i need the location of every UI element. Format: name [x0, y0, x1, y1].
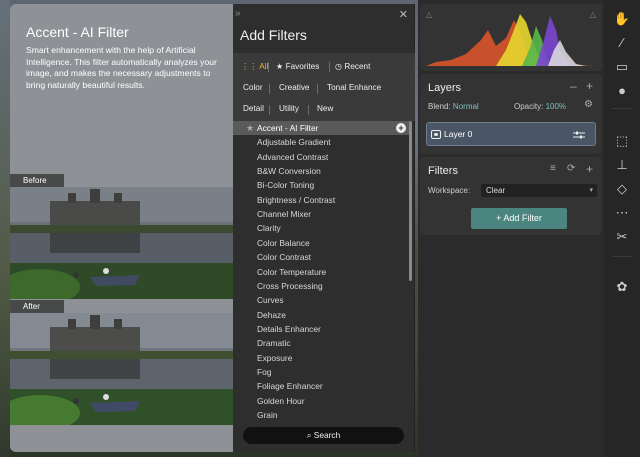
minus-icon[interactable]: – — [570, 79, 577, 93]
plus-icon[interactable]: + — [586, 79, 593, 93]
histogram-panel: △ △ — [420, 4, 602, 71]
gradient-tool-icon[interactable]: ▭ — [612, 58, 632, 76]
scissors-tool-icon[interactable]: ✂ — [612, 228, 632, 246]
layer-item[interactable]: Layer 0 — [426, 122, 596, 146]
blend-mode-select[interactable]: Normal — [453, 102, 479, 111]
chip-recent[interactable]: ◷ Recent — [335, 61, 370, 71]
opacity-row: Opacity: 100% — [514, 102, 567, 111]
histogram-graph — [426, 14, 596, 66]
double-chevron-right-icon[interactable]: » — [235, 8, 241, 19]
filter-list: Accent - AI Filter ★ + Adjustable Gradient A… — [233, 121, 415, 426]
filters-title: Filters — [428, 165, 458, 177]
layers-panel: Layers – + Blend: Normal Opacity: 100% ⚙… — [420, 74, 602, 154]
eraser-tool-icon[interactable]: ◇ — [612, 180, 632, 198]
search-icon: ⌕ — [306, 430, 314, 440]
chip-divider — [308, 105, 309, 115]
filter-list-item[interactable]: B&W Conversion — [233, 164, 409, 178]
puzzle-tool-icon[interactable]: ✿ — [612, 278, 632, 296]
layer-name: Layer 0 — [444, 129, 473, 139]
refresh-icon[interactable]: ⟳ — [567, 163, 575, 174]
layers-title: Layers — [428, 82, 462, 94]
toolbar-divider — [612, 256, 632, 257]
add-filter-button[interactable]: + Add Filter — [471, 208, 567, 229]
chip-favorites[interactable]: ★ Favorites — [276, 61, 319, 71]
workspace-select[interactable]: Clear ▾ — [481, 184, 597, 197]
after-image — [10, 313, 233, 425]
hand-tool-icon[interactable]: ✋ — [612, 10, 632, 28]
blend-row: Blend: Normal — [428, 102, 479, 111]
filter-list-item[interactable]: Grain — [233, 408, 409, 422]
filter-list-item[interactable]: Fog — [233, 365, 409, 379]
chip-tonal-enhance[interactable]: Tonal Enhance — [327, 83, 381, 92]
tools-toolbar: ✋ ⁄ ▭ ● ⬚ ⊥ ◇ ⋯ ✂ ✿ — [604, 0, 640, 457]
after-label: After — [10, 300, 64, 313]
filter-list-item[interactable]: Color Contrast — [233, 250, 409, 264]
toolbar-divider — [612, 108, 632, 109]
filter-list-item[interactable]: Cross Processing — [233, 279, 409, 293]
app-window: Accent - AI Filter Smart enhancement wit… — [0, 0, 640, 457]
filter-list-item[interactable]: Brightness / Contrast — [233, 193, 409, 207]
filter-list-scrollbar[interactable] — [409, 121, 412, 281]
sort-icon[interactable]: ≡ — [550, 163, 556, 174]
radial-tool-icon[interactable]: ● — [612, 82, 632, 100]
filter-info-panel: Accent - AI Filter Smart enhancement wit… — [10, 4, 233, 452]
search-button[interactable]: ⌕ Search — [243, 427, 404, 444]
selection-tool-icon[interactable]: ⋯ — [612, 204, 632, 222]
popup-title: Add Filters — [240, 27, 307, 43]
chip-detail[interactable]: Detail — [243, 104, 264, 113]
eye-icon[interactable] — [431, 130, 441, 139]
sliders-icon[interactable] — [573, 131, 585, 139]
filter-list-item[interactable]: Foliage Enhancer — [233, 379, 409, 393]
filter-list-item[interactable]: Bi-Color Toning — [233, 178, 409, 192]
chip-color[interactable]: Color — [243, 83, 263, 92]
close-icon[interactable]: ✕ — [399, 8, 408, 21]
filter-list-item[interactable]: Curves — [233, 293, 409, 307]
filter-info-description: Smart enhancement with the help of Artif… — [26, 45, 217, 90]
filter-list-item[interactable]: Adjustable Gradient — [233, 135, 409, 149]
chip-utility[interactable]: Utility — [279, 104, 299, 113]
add-filters-popup: » ✕ Add Filters ⋮⋮ All ★ Favorites ◷ Rec… — [233, 4, 415, 452]
filter-list-item[interactable]: Color Temperature — [233, 265, 409, 279]
before-image — [10, 187, 233, 299]
plus-circle-icon[interactable]: + — [396, 123, 406, 133]
filter-list-item[interactable]: Clarity — [233, 221, 409, 235]
crop-tool-icon[interactable]: ⬚ — [612, 132, 632, 150]
chip-new[interactable]: New — [317, 104, 333, 113]
filter-list-item[interactable]: Color Balance — [233, 236, 409, 250]
gear-icon[interactable]: ⚙ — [584, 99, 593, 110]
clock-icon: ◷ — [335, 62, 345, 71]
clone-stamp-tool-icon[interactable]: ⊥ — [612, 156, 632, 174]
filter-list-item[interactable]: Details Enhancer — [233, 322, 409, 336]
filters-panel: Filters ≡ ⟳ + Workspace: Clear ▾ + Add F… — [420, 157, 602, 235]
chip-creative[interactable]: Creative — [279, 83, 310, 92]
filter-list-item[interactable]: Dehaze — [233, 308, 409, 322]
chip-divider — [329, 62, 330, 72]
plus-icon[interactable]: + — [586, 162, 593, 176]
workspace-label: Workspace: — [428, 186, 471, 195]
chip-divider — [269, 84, 270, 94]
star-icon[interactable]: ★ — [246, 121, 254, 135]
category-filter-bar: ⋮⋮ All ★ Favorites ◷ Recent Color Creati… — [233, 53, 415, 121]
filter-list-item[interactable]: Advanced Contrast — [233, 150, 409, 164]
chip-divider — [268, 62, 269, 72]
filter-list-item[interactable]: Accent - AI Filter ★ + — [233, 121, 409, 135]
before-label: Before — [10, 174, 64, 187]
grid-icon: ⋮⋮ — [241, 62, 260, 71]
filter-info-title: Accent - AI Filter — [26, 24, 129, 40]
chip-divider — [317, 84, 318, 94]
opacity-value[interactable]: 100% — [546, 102, 566, 111]
chip-all[interactable]: ⋮⋮ All — [241, 61, 268, 71]
filter-list-item[interactable]: Dramatic — [233, 336, 409, 350]
chevron-down-icon: ▾ — [589, 187, 593, 194]
brush-tool-icon[interactable]: ⁄ — [612, 34, 632, 52]
chip-divider — [269, 105, 270, 115]
star-icon: ★ — [276, 62, 286, 71]
filter-list-item[interactable]: Channel Mixer — [233, 207, 409, 221]
filter-list-item[interactable]: Golden Hour — [233, 394, 409, 408]
filter-list-item[interactable]: Exposure — [233, 351, 409, 365]
canvas-edge — [0, 0, 10, 457]
